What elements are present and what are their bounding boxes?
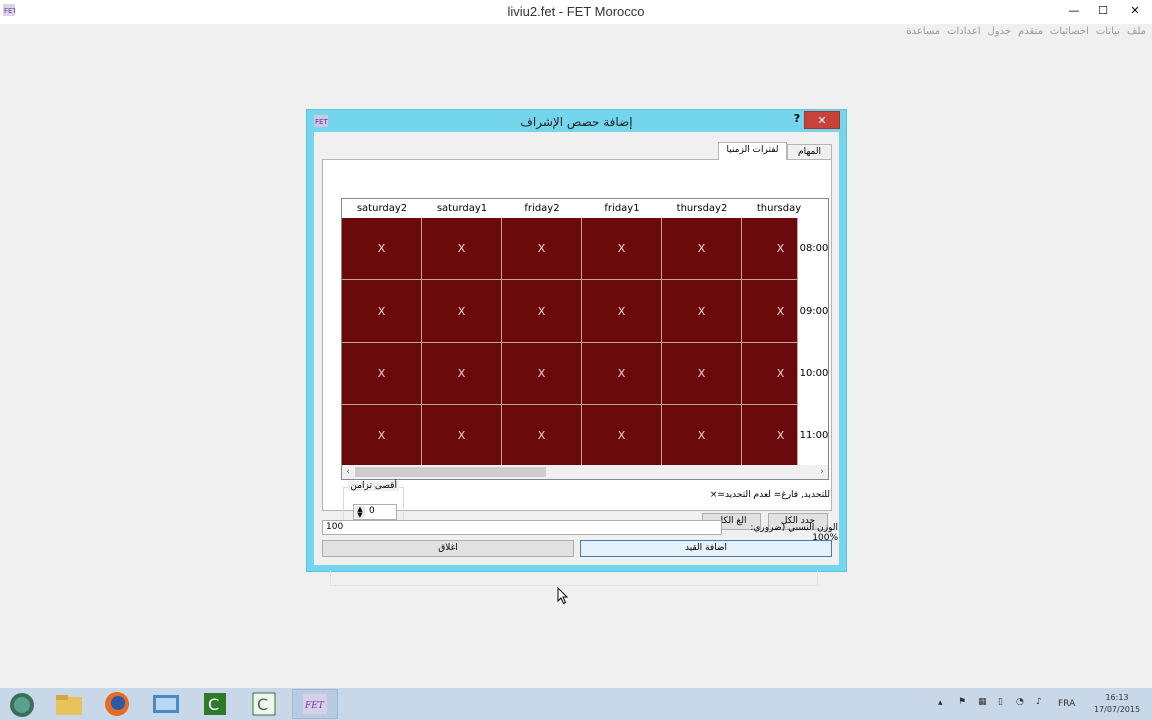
- menu-settings[interactable]: اعدادات: [947, 26, 980, 42]
- taskbar-camtasia[interactable]: C: [192, 689, 238, 719]
- start-icon: [10, 693, 34, 717]
- taskbar-remote-desktop[interactable]: [143, 689, 189, 719]
- grid-cell[interactable]: X: [342, 218, 422, 280]
- system-clock[interactable]: 16:13 17/07/2015: [1086, 692, 1148, 716]
- grid-cell[interactable]: X: [662, 218, 742, 280]
- scroll-right-arrow[interactable]: ›: [816, 465, 828, 479]
- tab-tasks[interactable]: المهام: [787, 144, 832, 160]
- scrollbar-thumb[interactable]: [355, 467, 546, 477]
- max-overlap-spinbox[interactable]: ▲ ▼ 0: [353, 504, 397, 520]
- tab-panel: saturday2 saturday1 friday2 friday1 thur…: [322, 159, 832, 530]
- grid-column-headers: saturday2 saturday1 friday2 friday1 thur…: [342, 199, 828, 218]
- row-header[interactable]: 11:00: [798, 430, 828, 441]
- column-header[interactable]: thursday2: [662, 203, 742, 214]
- horizontal-scrollbar[interactable]: ‹ ›: [342, 465, 828, 479]
- grid-cell[interactable]: X: [662, 280, 742, 343]
- grid-cell[interactable]: X: [582, 218, 662, 280]
- dialog-title: إضافة حصص الإشراف: [520, 115, 633, 129]
- row-header[interactable]: 08:00: [798, 243, 828, 254]
- column-header[interactable]: friday2: [502, 203, 582, 214]
- maximize-button[interactable]: ☐: [1088, 0, 1118, 22]
- column-header[interactable]: saturday2: [342, 203, 422, 214]
- help-button[interactable]: ?: [790, 112, 804, 125]
- grid-cell[interactable]: X: [742, 218, 798, 280]
- spin-arrows-icon[interactable]: ▲ ▼: [355, 506, 365, 519]
- row-header[interactable]: 09:00: [798, 306, 828, 317]
- show-hidden-icons[interactable]: ▴: [938, 698, 943, 720]
- taskbar-camtasia-recorder[interactable]: C: [241, 689, 287, 719]
- row-header[interactable]: 10:00: [798, 368, 828, 379]
- menu-data[interactable]: بيانات: [1096, 26, 1120, 42]
- window-shadow: [330, 570, 818, 586]
- scroll-left-arrow[interactable]: ‹: [342, 465, 354, 479]
- clock-time: 16:13: [1105, 693, 1129, 702]
- start-button[interactable]: [0, 689, 46, 719]
- close-window-button[interactable]: ✕: [1118, 0, 1152, 22]
- taskbar-fet[interactable]: FET: [292, 689, 338, 719]
- menu-bar: ملف بيانات احصائيات متقدم جدول اعدادات م…: [906, 26, 1146, 42]
- close-button[interactable]: اغلاق: [322, 540, 574, 557]
- battery-icon[interactable]: ▯: [998, 697, 1003, 720]
- taskbar-file-explorer[interactable]: [46, 689, 92, 719]
- grid-cell[interactable]: X: [742, 280, 798, 343]
- grid-cell[interactable]: X: [742, 343, 798, 405]
- max-overlap-value: 0: [369, 506, 375, 516]
- window-titlebar: FET liviu2.fet - FET Morocco — ☐ ✕: [0, 0, 1152, 24]
- svg-text:C: C: [257, 695, 268, 714]
- svg-text:FET: FET: [304, 701, 325, 711]
- grid-cell[interactable]: X: [582, 280, 662, 343]
- menu-help[interactable]: مساعدة: [906, 26, 940, 42]
- grid-cell[interactable]: X: [502, 280, 582, 343]
- menu-statistics[interactable]: احصائيات: [1050, 26, 1089, 42]
- minimize-button[interactable]: —: [1059, 0, 1089, 22]
- grid-cell[interactable]: X: [342, 343, 422, 405]
- grid-cell[interactable]: X: [502, 218, 582, 280]
- max-overlap-label: أقصى تزامن: [348, 481, 399, 491]
- column-header[interactable]: saturday1: [422, 203, 502, 214]
- dialog-client-area: المهام لفترات الزمنيا saturday2 saturday…: [314, 132, 839, 565]
- menu-advanced[interactable]: متقدم: [1018, 26, 1043, 42]
- taskbar-firefox[interactable]: [94, 689, 140, 719]
- grid-cell[interactable]: X: [502, 405, 582, 466]
- grid-cell[interactable]: X: [582, 405, 662, 466]
- time-grid: saturday2 saturday1 friday2 friday1 thur…: [341, 198, 829, 480]
- firefox-icon: [105, 692, 129, 716]
- grid-cell[interactable]: X: [502, 343, 582, 405]
- column-header[interactable]: friday1: [582, 203, 662, 214]
- remote-desktop-icon: [153, 695, 179, 713]
- weight-input[interactable]: 100: [322, 520, 722, 535]
- grid-cell[interactable]: X: [342, 280, 422, 343]
- grid-cell[interactable]: X: [422, 218, 502, 280]
- column-header[interactable]: thursday: [742, 203, 816, 214]
- dialog-close-button[interactable]: ✕: [804, 111, 840, 129]
- grid-cell[interactable]: X: [342, 405, 422, 466]
- camtasia-icon: C: [204, 693, 226, 715]
- fet-icon: FET: [303, 694, 327, 714]
- grid-cell[interactable]: X: [422, 343, 502, 405]
- grid-cell[interactable]: X: [742, 405, 798, 466]
- clock-date: 17/07/2015: [1093, 705, 1141, 714]
- taskbar: C C FET ▴ ⚑ ▦ ▯ ◔ ♪ FRA 16:13 17/07/2015: [0, 688, 1152, 720]
- grid-cell[interactable]: X: [662, 405, 742, 466]
- tab-time-periods[interactable]: لفترات الزمنيا: [718, 142, 787, 160]
- volume-icon[interactable]: ♪: [1036, 697, 1042, 720]
- add-constraint-button[interactable]: اضافة القيد: [580, 540, 832, 557]
- action-center-icon[interactable]: ⚑: [958, 697, 966, 720]
- input-language[interactable]: FRA: [1058, 699, 1075, 720]
- network-icon[interactable]: ▦: [978, 697, 987, 720]
- window-title: liviu2.fet - FET Morocco: [507, 4, 645, 19]
- file-explorer-icon: [56, 695, 82, 715]
- grid-cell[interactable]: X: [422, 405, 502, 466]
- add-supervision-dialog: FET إضافة حصص الإشراف ? ✕ المهام لفترات …: [306, 109, 847, 572]
- menu-timetable[interactable]: جدول: [988, 26, 1012, 42]
- menu-file[interactable]: ملف: [1127, 26, 1146, 42]
- svg-text:C: C: [208, 695, 219, 714]
- grid-legend: ×=للتحديد, فارغ= لعدم التحديد: [709, 490, 830, 500]
- wifi-icon[interactable]: ◔: [1016, 697, 1024, 720]
- grid-cell[interactable]: X: [582, 343, 662, 405]
- mouse-cursor-icon: [557, 587, 569, 605]
- grid-cell[interactable]: X: [662, 343, 742, 405]
- grid-cell[interactable]: X: [422, 280, 502, 343]
- camtasia-recorder-icon: C: [252, 692, 276, 716]
